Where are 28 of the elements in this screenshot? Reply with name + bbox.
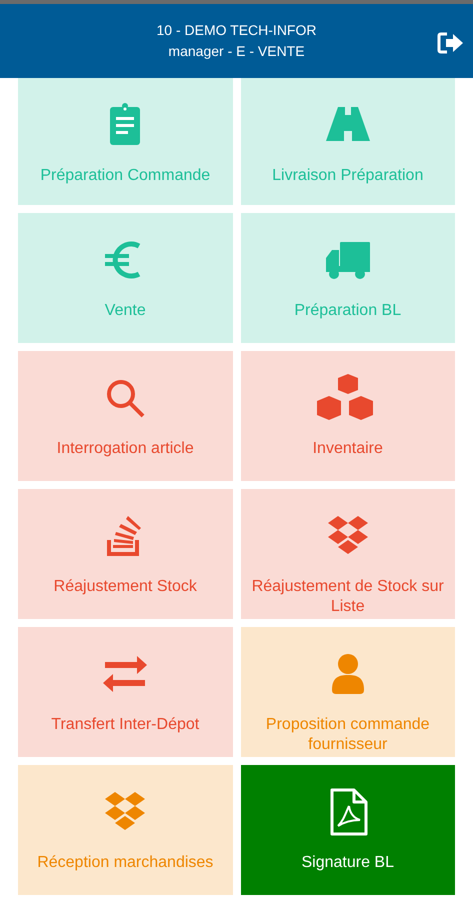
- menu-tile[interactable]: Inventaire: [240, 351, 455, 481]
- tile-label: Livraison Préparation: [272, 166, 424, 186]
- tile-label: Inventaire: [312, 439, 383, 459]
- menu-tile[interactable]: Vente: [18, 213, 232, 343]
- tile-label: Proposition commande fournisseur: [264, 715, 431, 755]
- menu-tile[interactable]: Réception marchandises: [18, 765, 232, 895]
- tile-label: Préparation BL: [294, 301, 402, 321]
- menu-tile[interactable]: Réajustement Stock: [18, 489, 232, 619]
- tile-label: Réception marchandises: [37, 853, 214, 873]
- menu-tile[interactable]: Interrogation article: [18, 351, 232, 481]
- menu-tile[interactable]: Transfert Inter-Dépot: [18, 627, 232, 757]
- menu-tile[interactable]: Signature BL: [240, 765, 455, 895]
- header-title: 10 - DEMO TECH-INFOR: [156, 21, 316, 40]
- tile-label: Signature BL: [301, 853, 394, 873]
- menu-tile[interactable]: Préparation BL: [240, 213, 455, 343]
- menu-tile[interactable]: Réajustement de Stock sur Liste: [240, 489, 455, 619]
- header-subtitle: manager - E - VENTE: [168, 42, 305, 61]
- tile-label: Vente: [104, 301, 146, 321]
- tile-label: Réajustement de Stock sur Liste: [250, 577, 445, 617]
- tile-label: Interrogation article: [56, 439, 194, 459]
- tile-label: Transfert Inter-Dépot: [51, 715, 200, 735]
- tile-label: Préparation Commande: [40, 166, 210, 186]
- menu-tile[interactable]: Proposition commande fournisseur: [240, 627, 455, 757]
- menu-tile[interactable]: Préparation Commande: [18, 78, 232, 205]
- menu-tile[interactable]: Livraison Préparation: [240, 78, 455, 205]
- logout-button[interactable]: [437, 30, 465, 56]
- logout-icon: [437, 32, 465, 54]
- tile-label: Réajustement Stock: [54, 577, 197, 597]
